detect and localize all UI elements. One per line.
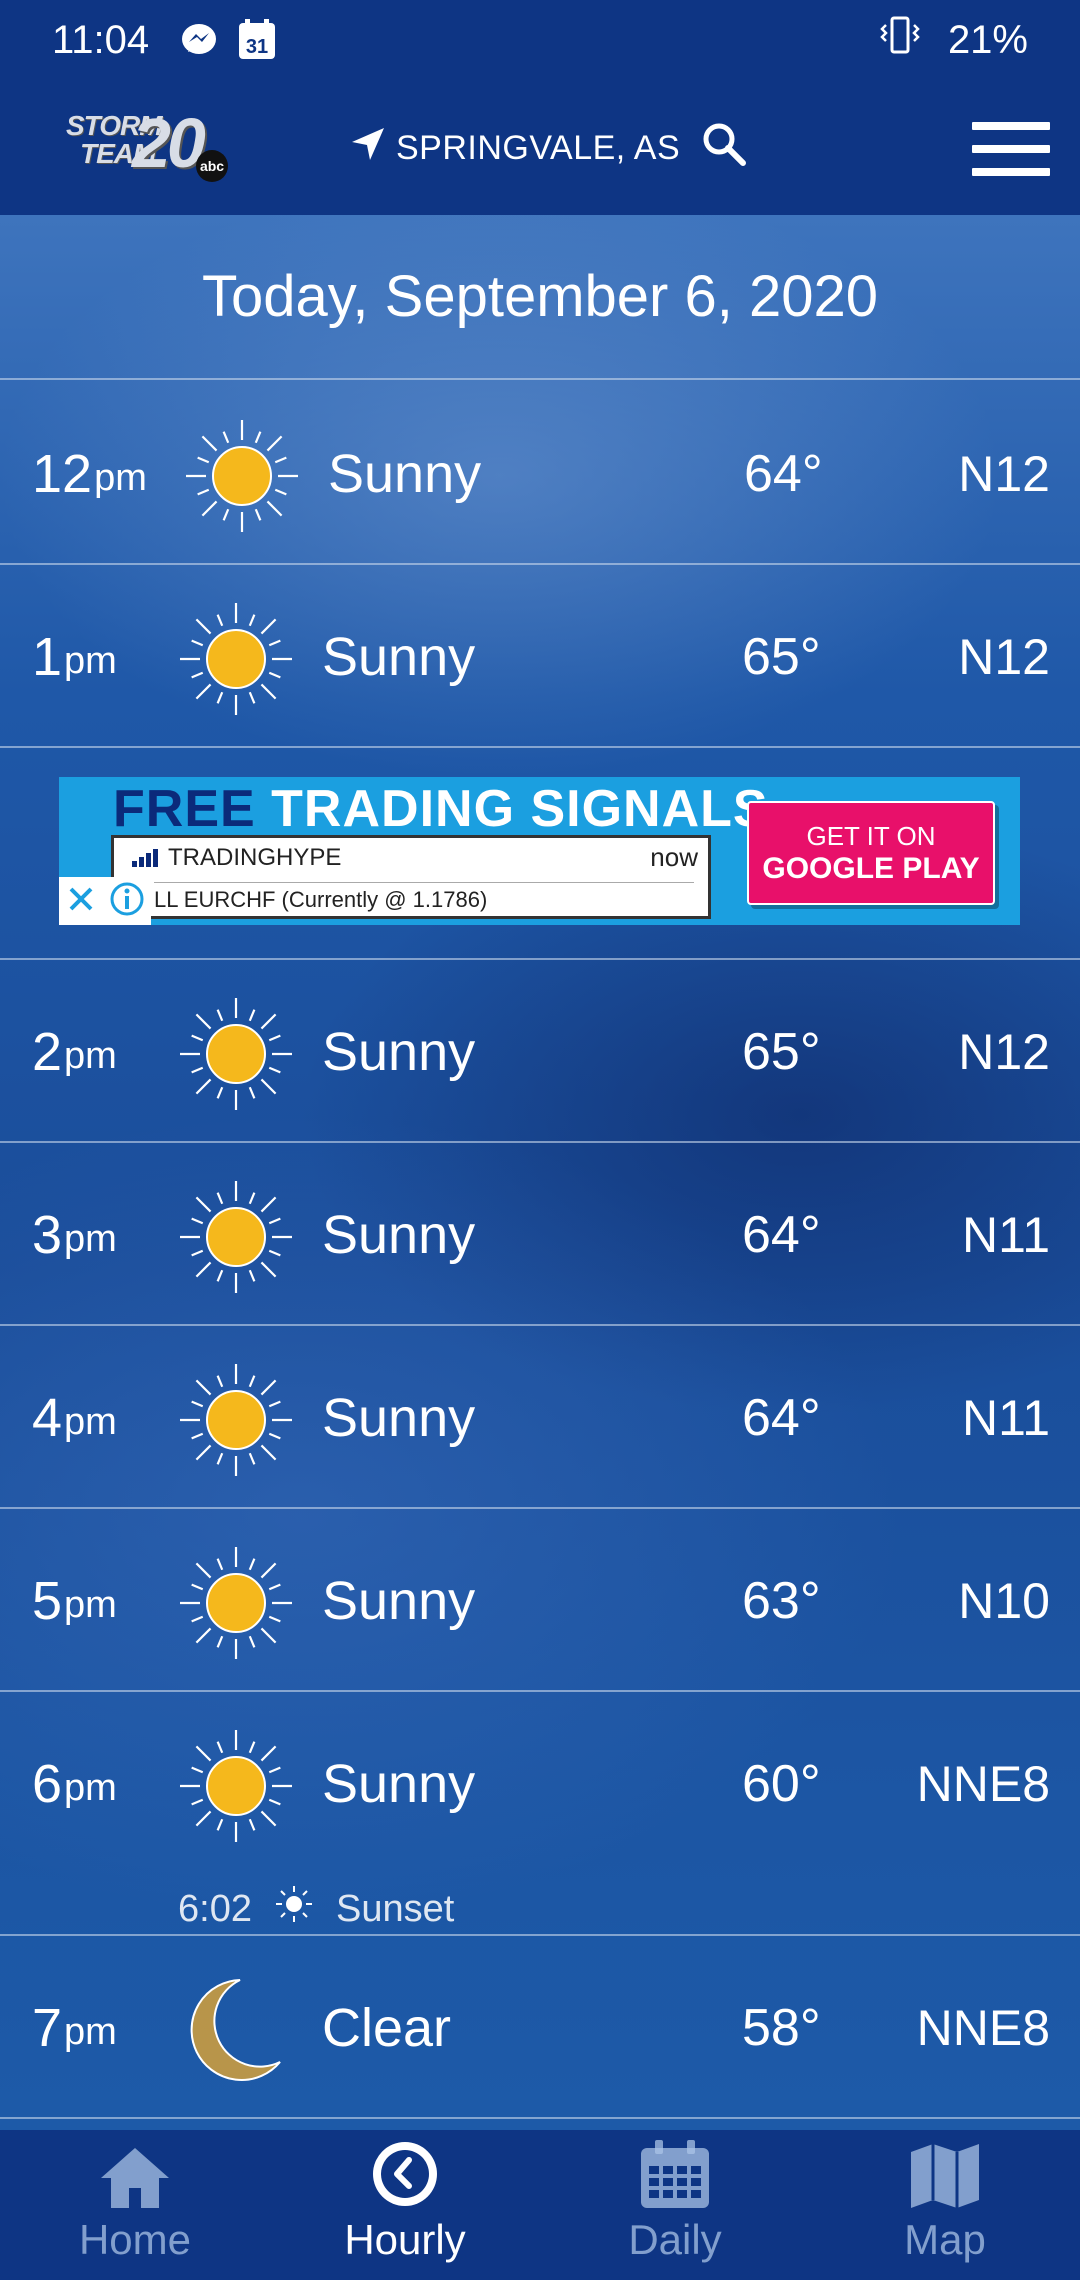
sun-icon: [178, 1362, 294, 1478]
hour-label: 5 pm: [32, 1570, 117, 1631]
sun-icon: [184, 418, 300, 534]
menu-icon[interactable]: [972, 122, 1050, 176]
ad-banner[interactable]: FREE TRADING SIGNALS TRADINGHYPE now LL …: [59, 777, 1020, 925]
wind: N11: [961, 1206, 1050, 1263]
clock-icon: [369, 2138, 441, 2210]
calendar-status-day: 31: [246, 36, 268, 58]
moon-icon: [178, 1972, 294, 2088]
signal-bars-icon: [132, 849, 158, 867]
messenger-icon: [179, 20, 219, 60]
tab-daily-label: Daily: [628, 2216, 722, 2263]
hour-label: 3 pm: [32, 1204, 117, 1265]
wind: NNE8: [916, 1999, 1050, 2056]
calendar-icon: [639, 2138, 711, 2210]
sunset-time: 6:02: [178, 1887, 252, 1930]
vibrate-icon: [878, 15, 922, 65]
ad-close-icon[interactable]: [65, 883, 97, 920]
condition: Sunny: [322, 626, 476, 687]
logo-number: 20: [132, 104, 206, 182]
hour-label: 12 pm: [32, 443, 147, 504]
wind: N11: [961, 1389, 1050, 1446]
tab-map[interactable]: Map: [810, 2130, 1080, 2280]
sunset-info: 6:02 Sunset: [178, 1884, 454, 1934]
calendar-status-icon: 31: [237, 19, 277, 61]
hour-row[interactable]: 6 pm Sunny 60° NNE8 6:02 Sunset: [0, 1692, 1080, 1936]
tab-home-label: Home: [78, 2216, 192, 2263]
wind: NNE8: [916, 1755, 1050, 1812]
condition: Sunny: [322, 1753, 476, 1814]
hour-row[interactable]: 5 pm Sunny 63° N10: [0, 1509, 1080, 1692]
hour-row[interactable]: 4 pm Sunny 64° N11: [0, 1326, 1080, 1509]
bottom-navigation: Home Hourly Daily Map: [0, 2130, 1080, 2280]
battery-percent: 21%: [947, 17, 1028, 62]
wind: N12: [958, 445, 1050, 502]
wind: N12: [958, 628, 1050, 685]
condition: Sunny: [322, 1387, 476, 1448]
condition: Sunny: [322, 1204, 476, 1265]
condition: Clear: [322, 1997, 452, 2058]
temperature: 58°: [742, 1998, 821, 2057]
wind: N10: [958, 1572, 1050, 1629]
hourly-forecast[interactable]: Today, September 6, 2020 12 pm Sunny 64° …: [0, 215, 1080, 2130]
ad-choices[interactable]: [59, 877, 151, 925]
hour-row[interactable]: 3 pm Sunny 64° N11: [0, 1143, 1080, 1326]
temperature: 64°: [742, 1388, 821, 1447]
tab-home[interactable]: Home: [0, 2130, 270, 2280]
condition: Sunny: [322, 1570, 476, 1631]
abc-logo: abc: [196, 150, 228, 182]
hour-row[interactable]: 1 pm Sunny 65° N12: [0, 565, 1080, 748]
temperature: 65°: [742, 627, 821, 686]
storm-team-logo[interactable]: STORM TEAM 20 abc: [66, 108, 236, 188]
tab-hourly[interactable]: Hourly: [270, 2130, 540, 2280]
status-bar: 11:04 31 21%: [0, 0, 1080, 80]
wind: N12: [958, 1023, 1050, 1080]
tab-map-label: Map: [904, 2216, 986, 2263]
temperature: 65°: [742, 1022, 821, 1081]
temperature: 64°: [742, 1205, 821, 1264]
sun-icon: [178, 1728, 294, 1844]
app-bar: STORM TEAM 20 abc SPRINGVALE, AS: [0, 80, 1080, 215]
temperature: 63°: [742, 1571, 821, 1630]
temperature: 60°: [742, 1754, 821, 1813]
hour-row[interactable]: 12 pm Sunny 64° N12: [0, 382, 1080, 565]
sunset-icon: [274, 1884, 314, 1934]
map-icon: [909, 2138, 981, 2210]
sun-icon: [178, 1545, 294, 1661]
condition: Sunny: [322, 1021, 476, 1082]
sun-icon: [178, 1179, 294, 1295]
hour-label: 6 pm: [32, 1753, 117, 1814]
ad-headline: FREE TRADING SIGNALS: [113, 780, 769, 838]
location-arrow-icon: [350, 126, 386, 171]
tab-daily[interactable]: Daily: [540, 2130, 810, 2280]
hour-label: 7 pm: [32, 1997, 117, 2058]
location-selector[interactable]: SPRINGVALE, AS: [350, 120, 748, 177]
condition: Sunny: [328, 443, 482, 504]
hour-label: 1 pm: [32, 626, 117, 687]
search-icon[interactable]: [700, 120, 748, 177]
hour-row[interactable]: 2 pm Sunny 65° N12: [0, 960, 1080, 1143]
sunset-label: Sunset: [335, 1887, 455, 1930]
temperature: 64°: [744, 444, 823, 503]
tab-hourly-label: Hourly: [344, 2216, 466, 2263]
ad-brand: TRADINGHYPE: [168, 844, 342, 871]
location-name: SPRINGVALE, AS: [396, 129, 681, 167]
sun-icon: [178, 601, 294, 717]
home-icon: [99, 2138, 171, 2210]
status-time: 11:04: [52, 17, 150, 62]
ad-notif-time: now: [650, 842, 698, 872]
ad-notif-text: LL EURCHF (Currently @ 1.1786): [154, 882, 694, 913]
hour-label: 4 pm: [32, 1387, 117, 1448]
hour-row[interactable]: 7 pm Clear 58° NNE8: [0, 1936, 1080, 2119]
hour-label: 2 pm: [32, 1021, 117, 1082]
sun-icon: [178, 996, 294, 1112]
ad-notification: TRADINGHYPE now LL EURCHF (Currently @ 1…: [111, 835, 711, 919]
date-header: Today, September 6, 2020: [0, 215, 1080, 380]
ad-cta-button[interactable]: GET IT ON GOOGLE PLAY: [747, 801, 995, 905]
ad-info-icon[interactable]: [109, 881, 145, 922]
ad-container: FREE TRADING SIGNALS TRADINGHYPE now LL …: [0, 747, 1080, 960]
